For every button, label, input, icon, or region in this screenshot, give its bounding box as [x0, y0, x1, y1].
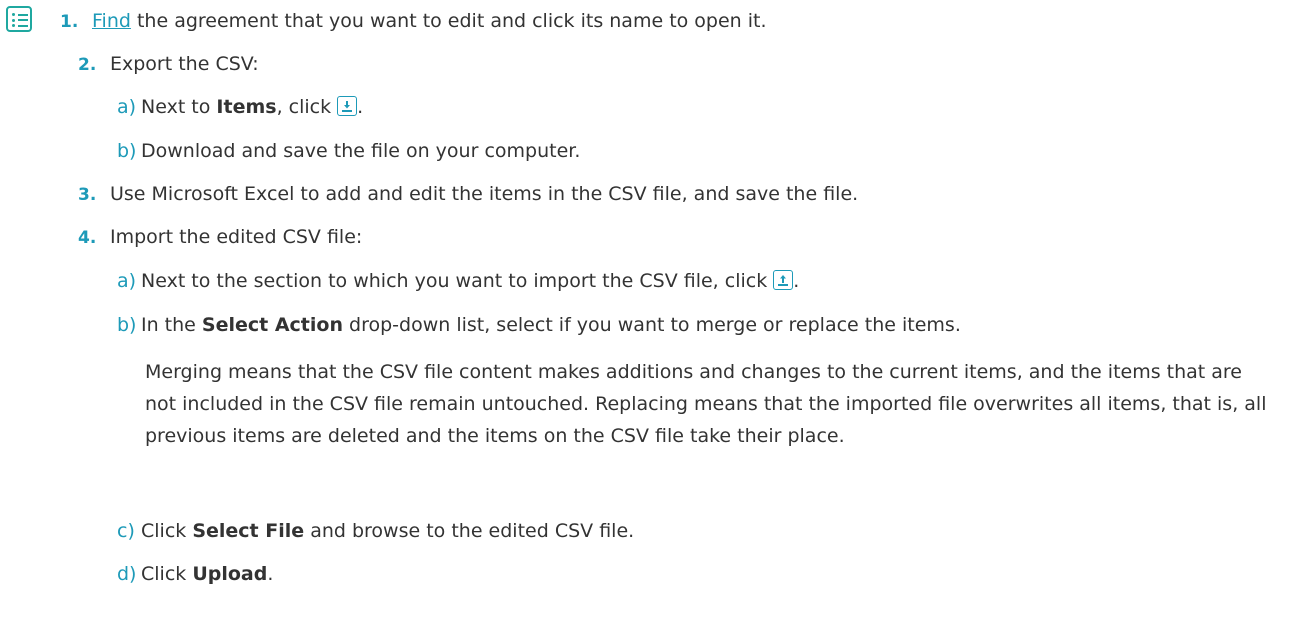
step-2a: a) Next to Items, click .	[117, 92, 363, 122]
substep-text: Click	[141, 520, 193, 542]
instructions-page: 1. Find the agreement that you want to ed…	[0, 0, 1290, 632]
list-steps-icon	[6, 6, 32, 32]
select-action-label: Select Action	[201, 314, 343, 336]
step-4c: c) Click Select File and browse to the ed…	[117, 516, 634, 546]
upload-icon[interactable]	[773, 270, 794, 290]
download-icon[interactable]	[337, 96, 358, 116]
substep-text: Next to the section to which you want to…	[141, 270, 774, 292]
step-text: Export the CSV:	[110, 53, 259, 75]
substep-text: Download and save the file on your compu…	[141, 140, 581, 162]
step-number: 3.	[78, 185, 97, 205]
substep-letter: b)	[117, 314, 137, 336]
substep-text: .	[793, 270, 800, 292]
find-link[interactable]: Find	[92, 10, 131, 32]
merge-replace-explanation: Merging means that the CSV file content …	[145, 361, 1267, 447]
substep-letter: b)	[117, 140, 137, 162]
step-text: the agreement that you want to edit and …	[130, 10, 767, 32]
substep-text: In the	[141, 314, 202, 336]
substep-text: , click	[276, 96, 338, 118]
step-number: 2.	[78, 55, 97, 75]
substep-text: Next to	[141, 96, 217, 118]
step-2b: b) Download and save the file on your com…	[117, 136, 580, 166]
substep-letter: a)	[117, 270, 137, 292]
step-2: 2. Export the CSV:	[78, 49, 259, 80]
step-3: 3. Use Microsoft Excel to add and edit th…	[78, 179, 858, 210]
substep-text: drop-down list, select if you want to me…	[342, 314, 961, 336]
substep-letter: a)	[117, 96, 137, 118]
upload-label: Upload	[192, 563, 268, 585]
step-number: 1.	[60, 12, 79, 32]
substep-text: .	[357, 96, 364, 118]
substep-text: .	[267, 563, 274, 585]
substep-letter: d)	[117, 563, 137, 585]
substep-text: and browse to the edited CSV file.	[304, 520, 635, 542]
step-4b: b) In the Select Action drop-down list, s…	[117, 310, 961, 340]
step-text: Import the edited CSV file:	[110, 226, 363, 248]
step-text: Use Microsoft Excel to add and edit the …	[110, 183, 859, 205]
select-file-label: Select File	[192, 520, 305, 542]
step-4d: d) Click Upload.	[117, 559, 273, 589]
substep-text: Click	[141, 563, 193, 585]
step-1: 1. Find the agreement that you want to ed…	[60, 6, 767, 37]
items-label: Items	[216, 96, 277, 118]
step-4a: a) Next to the section to which you want …	[117, 266, 799, 296]
step-4: 4. Import the edited CSV file:	[78, 222, 362, 253]
substep-letter: c)	[117, 520, 135, 542]
step-number: 4.	[78, 228, 97, 248]
